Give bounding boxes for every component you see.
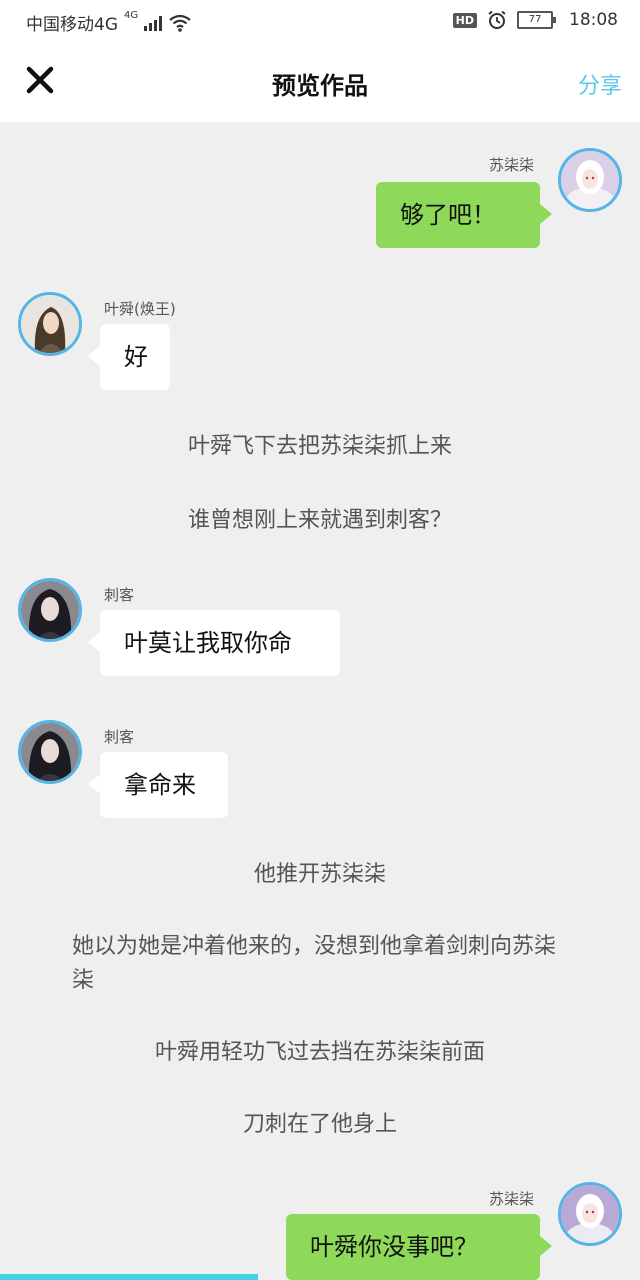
avatar-image bbox=[21, 723, 79, 781]
share-button[interactable]: 分享 bbox=[578, 68, 622, 100]
narration-text: 她以为她是冲着他来的，没想到他拿着剑刺向苏柒柒 bbox=[72, 934, 557, 993]
sender-name: 刺客 bbox=[104, 586, 135, 604]
avatar-assassin[interactable] bbox=[18, 720, 82, 784]
sender-name: 苏柒柒 bbox=[488, 1190, 534, 1208]
narration-text: 谁曾想刚上来就遇到刺客？ bbox=[187, 508, 452, 533]
status-bar: 中国移动4G 4G HD 77 18:08 bbox=[0, 0, 640, 44]
avatar-assassin[interactable] bbox=[18, 578, 82, 642]
carrier-label: 中国移动4G bbox=[26, 15, 118, 35]
sender-name: 刺客 bbox=[104, 728, 135, 746]
alarm-icon bbox=[488, 10, 506, 29]
message-bubble[interactable]: 好 bbox=[88, 324, 170, 390]
battery-icon: 77 bbox=[517, 11, 556, 29]
wifi-icon bbox=[169, 14, 191, 32]
status-right: HD 77 18:08 bbox=[452, 10, 618, 30]
sender-name: 苏柒柒 bbox=[488, 156, 534, 174]
message-bubble[interactable]: 叶莫让我取你命 bbox=[88, 610, 340, 676]
narration-text: 他推开苏柒柒 bbox=[253, 862, 386, 887]
status-left: 中国移动4G 4G bbox=[26, 10, 192, 35]
app-bar: 预览作品 分享 bbox=[0, 44, 640, 122]
chat-content[interactable]: 苏柒柒 够了吧！ 叶舜(焕王) 好 叶舜飞下去把苏柒柒抓上来 谁曾想刚上来就遇到… bbox=[0, 122, 640, 1280]
avatar-ye-shun[interactable] bbox=[18, 292, 82, 356]
narration-text: 叶舜用轻功飞过去挡在苏柒柒前面 bbox=[154, 1040, 485, 1065]
avatar-image bbox=[561, 151, 619, 209]
clock: 18:08 bbox=[569, 10, 618, 30]
message-bubble[interactable]: 叶舜你没事吧？ bbox=[286, 1214, 552, 1280]
progress-bar bbox=[0, 1274, 258, 1280]
message-bubble[interactable]: 拿命来 bbox=[88, 752, 228, 818]
avatar-su-qiqi[interactable] bbox=[558, 1182, 622, 1246]
avatar-su-qiqi[interactable] bbox=[558, 148, 622, 212]
narration-text: 刀刺在了他身上 bbox=[242, 1112, 397, 1137]
network-badge: 4G bbox=[124, 10, 139, 21]
page-title: 预览作品 bbox=[272, 72, 368, 100]
avatar-image bbox=[561, 1185, 619, 1243]
signal-icon bbox=[144, 15, 163, 31]
avatar-image bbox=[21, 581, 79, 639]
sender-name: 叶舜(焕王) bbox=[104, 300, 176, 318]
narration-text: 叶舜飞下去把苏柒柒抓上来 bbox=[187, 434, 452, 459]
close-icon[interactable] bbox=[24, 64, 56, 96]
avatar-image bbox=[21, 295, 79, 353]
message-bubble[interactable]: 够了吧！ bbox=[376, 182, 552, 248]
hd-badge: HD bbox=[452, 12, 477, 28]
